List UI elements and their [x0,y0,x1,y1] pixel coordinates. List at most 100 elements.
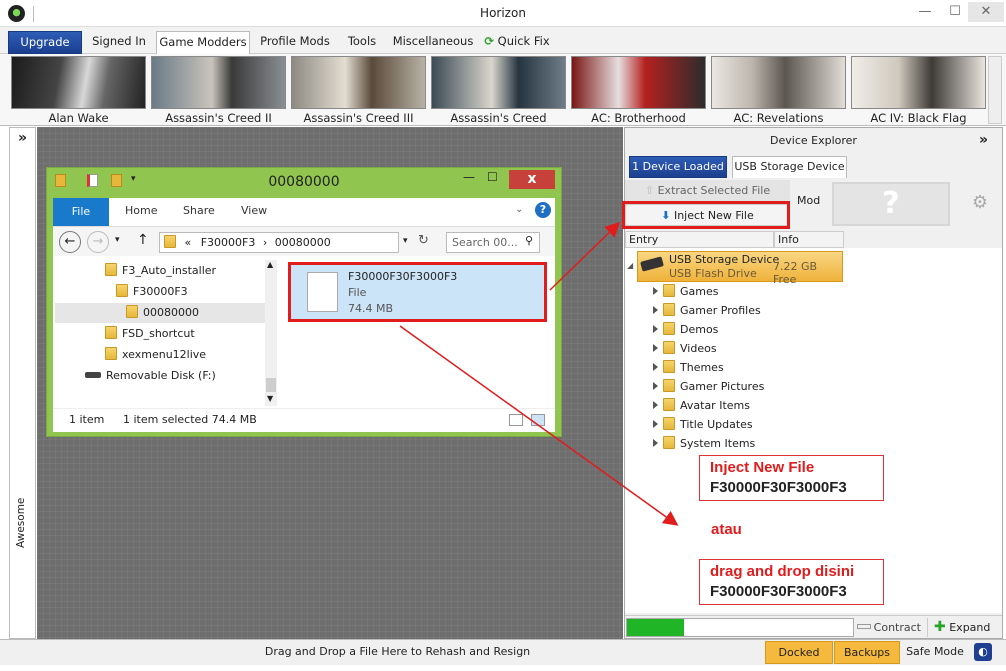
tree-folder-gamer-profiles[interactable]: Gamer Profiles [653,301,761,320]
forward-arrow-icon[interactable]: → [87,231,109,253]
address-segment[interactable]: F30000F3 [201,236,256,249]
expand-arrow-icon[interactable] [653,306,658,314]
close-button[interactable]: ✕ [968,2,1004,22]
chevron-down-icon[interactable]: ⌄ [515,204,523,215]
game-tile[interactable]: AC: Brotherhood [571,56,706,125]
address-segment[interactable]: 00080000 [275,236,331,249]
tree-folder-gamer-pictures[interactable]: Gamer Pictures [653,377,764,396]
column-info[interactable]: Info [774,231,844,248]
tab-devices-loaded[interactable]: 1 Device Loaded [629,156,727,178]
expand-arrow-icon[interactable] [653,401,658,409]
tab-share[interactable]: Share [183,204,215,217]
folder-icon [116,284,128,297]
nav-item[interactable]: F30000F3 [116,282,188,302]
expand-arrow-icon[interactable] [653,420,658,428]
device-type: USB Flash Drive [669,267,757,280]
game-tile[interactable]: Alan Wake [11,56,146,125]
device-explorer-header: Device Explorer [770,134,857,147]
address-separator: › [262,236,268,249]
recent-dropdown-icon[interactable]: ▾ [115,235,120,245]
maximize-button[interactable]: ☐ [940,2,970,22]
docked-button[interactable]: Docked [765,641,833,664]
usb-device-node[interactable]: USB Storage Device USB Flash Drive 7.22 … [637,251,843,286]
scroll-down-icon[interactable]: ▼ [267,394,273,403]
help-icon[interactable]: ? [535,202,551,218]
tree-folder-games[interactable]: Games [653,282,718,301]
game-thumbnail [711,56,846,109]
nav-item[interactable]: FSD_shortcut [105,324,195,344]
nav-item-label: F30000F3 [133,285,188,298]
nav-item[interactable]: xexmenu12live [105,345,206,365]
minimize-button[interactable]: — [463,170,475,184]
tab-game-modders[interactable]: Game Modders [156,31,250,54]
game-tile[interactable]: AC IV: Black Flag [851,56,986,125]
nav-item-selected[interactable]: 00080000 [55,303,265,323]
tree-folder-system-items[interactable]: System Items [653,434,755,453]
folder-label: Avatar Items [680,399,750,412]
left-sidebar: » Awesome [9,127,36,639]
tab-signed-in[interactable]: Signed In [86,31,152,54]
tree-folder-videos[interactable]: Videos [653,339,717,358]
folder-label: Gamer Pictures [680,380,765,393]
tab-upgrade[interactable]: Upgrade [8,31,82,54]
tree-folder-title-updates[interactable]: Title Updates [653,415,753,434]
tab-view[interactable]: View [241,204,267,217]
games-scrollbar[interactable] [988,56,1002,124]
tab-miscellaneous[interactable]: Miscellaneous [392,31,474,54]
nav-item[interactable]: Removable Disk (F:) [85,366,216,386]
address-box[interactable]: « F30000F3 › 00080000 [159,232,399,253]
tree-folder-demos[interactable]: Demos [653,320,718,339]
scroll-up-icon[interactable]: ▲ [267,260,273,269]
scroll-thumb[interactable] [266,378,276,392]
contract-button[interactable]: Contract [855,618,925,637]
expand-arrow-icon[interactable] [653,363,658,371]
back-arrow-icon[interactable]: ← [59,231,81,253]
safe-mode-button[interactable]: Safe Mode [902,641,968,664]
address-overflow: « [184,236,192,249]
tree-folder-themes[interactable]: Themes [653,358,724,377]
expand-arrow-icon[interactable] [653,287,658,295]
tab-file[interactable]: File [53,198,109,226]
nav-item[interactable]: F3_Auto_installer [105,261,216,281]
address-dropdown-icon[interactable]: ▾ [403,236,408,246]
game-label: AC: Brotherhood [591,111,686,125]
safe-mode-icon[interactable]: ◐ [974,643,992,661]
address-bar-row: ← → ▾ ↑ « F30000F3 › 00080000 ▾ ↻ Search… [53,226,555,256]
game-tile[interactable]: Assassin's Creed Rogue [431,56,566,139]
tree-folder-avatar-items[interactable]: Avatar Items [653,396,750,415]
game-tile[interactable]: AC: Revelations [711,56,846,125]
up-arrow-icon[interactable]: ↑ [137,232,149,248]
tab-quick-fix[interactable]: ⟳ Quick Fix [484,31,550,54]
tab-tools[interactable]: Tools [338,31,386,54]
game-thumbnail [851,56,986,109]
expand-arrow-icon[interactable] [653,382,658,390]
game-tile[interactable]: Assassin's Creed II [151,56,286,125]
expand-arrow-icon[interactable] [653,439,658,447]
details-view-icon[interactable] [509,414,523,426]
expand-arrow-icon[interactable] [653,325,658,333]
column-entry[interactable]: Entry [625,231,774,248]
close-button[interactable]: x [509,170,555,189]
refresh-icon[interactable]: ↻ [418,233,429,248]
bottom-bar: Drag and Drop a File Here to Rehash and … [0,639,1006,665]
minimize-button[interactable]: — [910,2,940,22]
tab-home[interactable]: Home [125,204,157,217]
collapse-panel-button[interactable]: » [979,132,988,148]
collapse-triangle-icon[interactable]: ◢ [627,261,633,270]
expand-arrow-icon[interactable] [653,344,658,352]
search-icon[interactable]: ⚲ [525,234,533,247]
game-thumbnail [571,56,706,109]
settings-gear-icon[interactable]: ⚙ [960,182,1000,226]
tab-usb-storage[interactable]: USB Storage Device [732,156,847,178]
extract-file-button[interactable]: ⇧ Extract Selected File [625,180,790,202]
expand-sidebar-button[interactable]: » [10,130,35,146]
backups-button[interactable]: Backups [834,641,900,664]
large-icons-view-icon[interactable] [531,414,545,426]
tab-profile-mods[interactable]: Profile Mods [256,31,334,54]
mod-placeholder-icon[interactable]: ? [832,182,950,226]
nav-scrollbar[interactable]: ▲ ▼ [265,260,277,406]
expand-button[interactable]: ✚ Expand [927,618,1001,637]
maximize-button[interactable]: ☐ [487,170,498,184]
storage-progress-fill [627,619,684,636]
game-tile[interactable]: Assassin's Creed III [291,56,426,125]
